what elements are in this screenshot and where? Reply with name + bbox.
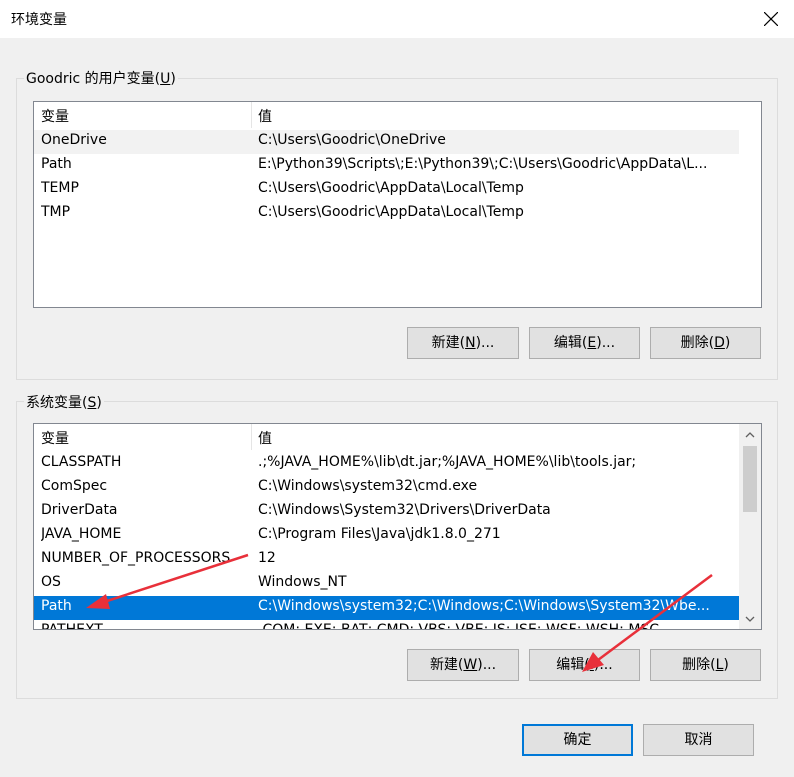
system-variables-label: 系统变量(S) bbox=[24, 392, 104, 412]
var-name: CLASSPATH bbox=[41, 454, 122, 470]
column-separator[interactable] bbox=[251, 102, 252, 128]
column-header-value[interactable]: 值 bbox=[258, 106, 272, 126]
system-delete-button[interactable]: 删除(L) bbox=[650, 649, 761, 681]
chevron-down-icon[interactable] bbox=[739, 610, 761, 628]
chevron-up-icon[interactable] bbox=[739, 426, 761, 444]
column-header-value[interactable]: 值 bbox=[258, 428, 272, 448]
ok-button[interactable]: 确定 bbox=[522, 724, 633, 756]
var-value: E:\Python39\Scripts\;E:\Python39\;C:\Use… bbox=[258, 156, 708, 172]
var-value: C:\Users\Goodric\OneDrive bbox=[258, 132, 446, 148]
table-row[interactable]: JAVA_HOME C:\Program Files\Java\jdk1.8.0… bbox=[34, 524, 739, 548]
system-edit-button[interactable]: 编辑(I)... bbox=[529, 649, 640, 681]
btn-text: 新建( bbox=[431, 335, 466, 351]
table-row[interactable]: PATHEXT .COM;.EXE;.BAT;.CMD;.VBS;.VBE;.J… bbox=[34, 620, 739, 630]
btn-text-end: )... bbox=[593, 657, 613, 673]
var-value: .COM;.EXE;.BAT;.CMD;.VBS;.VBE;.JS;.JSE;.… bbox=[258, 622, 660, 630]
table-row[interactable]: TMP C:\Users\Goodric\AppData\Local\Temp bbox=[34, 202, 739, 226]
btn-text-end: )... bbox=[596, 335, 616, 351]
btn-accesskey: N bbox=[465, 335, 476, 351]
btn-text: 新建( bbox=[429, 657, 464, 673]
btn-text-end: ) bbox=[724, 335, 731, 351]
table-row[interactable]: CLASSPATH .;%JAVA_HOME%\lib\dt.jar;%JAVA… bbox=[34, 452, 739, 476]
user-variables-label: Goodric 的用户变量(U) bbox=[24, 68, 178, 88]
btn-text: 编辑( bbox=[553, 335, 588, 351]
var-name: TMP bbox=[41, 204, 71, 220]
var-value: 12 bbox=[258, 550, 276, 566]
system-variables-list[interactable]: 变量 值 CLASSPATH .;%JAVA_HOME%\lib\dt.jar;… bbox=[33, 423, 762, 630]
btn-text-end: )... bbox=[477, 657, 497, 673]
table-row-selected[interactable]: Path C:\Windows\system32;C:\Windows;C:\W… bbox=[34, 596, 739, 620]
user-edit-button[interactable]: 编辑(E)... bbox=[529, 327, 640, 359]
list-header: 变量 值 bbox=[34, 424, 761, 450]
table-row[interactable]: OS Windows_NT bbox=[34, 572, 739, 596]
btn-text-end: )... bbox=[475, 335, 495, 351]
user-new-button[interactable]: 新建(N)... bbox=[407, 327, 519, 359]
label-text-end: ) bbox=[96, 395, 102, 411]
label-text: Goodric 的用户变量( bbox=[26, 71, 161, 87]
cancel-label: 取消 bbox=[684, 732, 713, 748]
user-delete-button[interactable]: 删除(D) bbox=[650, 327, 761, 359]
table-row[interactable]: ComSpec C:\Windows\system32\cmd.exe bbox=[34, 476, 739, 500]
btn-accesskey: W bbox=[463, 657, 478, 673]
column-separator[interactable] bbox=[251, 424, 252, 450]
var-value: Windows_NT bbox=[258, 574, 347, 590]
system-new-button[interactable]: 新建(W)... bbox=[407, 649, 519, 681]
var-value: C:\Users\Goodric\AppData\Local\Temp bbox=[258, 204, 524, 220]
var-value: C:\Windows\system32\cmd.exe bbox=[258, 478, 478, 494]
btn-text: 删除( bbox=[680, 335, 715, 351]
table-row[interactable]: OneDrive C:\Users\Goodric\OneDrive bbox=[34, 130, 739, 154]
label-text: 系统变量( bbox=[26, 395, 88, 411]
var-name: Path bbox=[41, 156, 72, 172]
var-name: OneDrive bbox=[41, 132, 107, 148]
ok-label: 确定 bbox=[563, 732, 592, 748]
vertical-scrollbar[interactable] bbox=[739, 424, 761, 629]
btn-text: 编辑( bbox=[556, 657, 590, 673]
close-button[interactable] bbox=[748, 0, 794, 38]
var-name: OS bbox=[41, 574, 61, 590]
list-header: 变量 值 bbox=[34, 102, 761, 128]
table-row[interactable]: DriverData C:\Windows\System32\Drivers\D… bbox=[34, 500, 739, 524]
var-name: ComSpec bbox=[41, 478, 108, 494]
column-header-name[interactable]: 变量 bbox=[41, 428, 69, 448]
var-name: DriverData bbox=[41, 502, 118, 518]
title-bar: 环境变量 bbox=[0, 0, 794, 38]
window-title: 环境变量 bbox=[11, 12, 67, 28]
btn-text: 删除( bbox=[682, 657, 716, 673]
scroll-thumb[interactable] bbox=[743, 446, 757, 512]
table-row[interactable]: NUMBER_OF_PROCESSORS 12 bbox=[34, 548, 739, 572]
btn-text-end: ) bbox=[723, 657, 729, 673]
var-value: C:\Windows\system32;C:\Windows;C:\Window… bbox=[258, 598, 710, 614]
user-variables-list[interactable]: 变量 值 OneDrive C:\Users\Goodric\OneDrive … bbox=[33, 101, 762, 308]
close-icon bbox=[764, 12, 778, 26]
var-value: C:\Users\Goodric\AppData\Local\Temp bbox=[258, 180, 524, 196]
var-value: .;%JAVA_HOME%\lib\dt.jar;%JAVA_HOME%\lib… bbox=[258, 454, 637, 470]
cancel-button[interactable]: 取消 bbox=[643, 724, 754, 756]
var-name: TEMP bbox=[41, 180, 79, 196]
column-header-name[interactable]: 变量 bbox=[41, 106, 69, 126]
label-text-end: ) bbox=[170, 71, 176, 87]
table-row[interactable]: Path E:\Python39\Scripts\;E:\Python39\;C… bbox=[34, 154, 739, 178]
var-name: Path bbox=[41, 598, 72, 614]
var-value: C:\Windows\System32\Drivers\DriverData bbox=[258, 502, 551, 518]
var-name: PATHEXT bbox=[41, 622, 103, 630]
var-name: NUMBER_OF_PROCESSORS bbox=[41, 550, 231, 566]
table-row[interactable]: TEMP C:\Users\Goodric\AppData\Local\Temp bbox=[34, 178, 739, 202]
var-name: JAVA_HOME bbox=[41, 526, 122, 542]
var-value: C:\Program Files\Java\jdk1.8.0_271 bbox=[258, 526, 501, 542]
btn-accesskey: D bbox=[714, 335, 725, 351]
label-accesskey: U bbox=[160, 71, 171, 87]
btn-accesskey: E bbox=[587, 335, 597, 351]
